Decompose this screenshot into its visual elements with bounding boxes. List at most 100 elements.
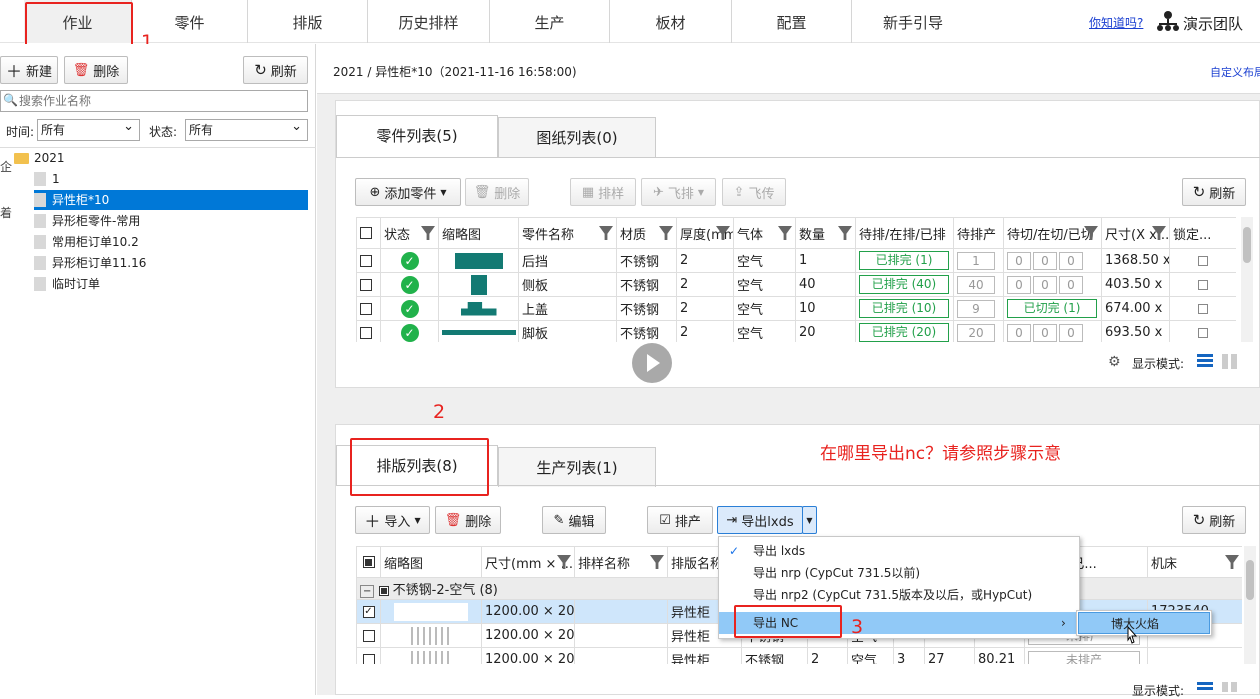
check-circle-icon: ✓ <box>400 251 419 270</box>
collapse-icon[interactable]: − <box>360 585 375 598</box>
lock-checkbox[interactable] <box>1198 255 1208 266</box>
column-header[interactable]: 缩略图 <box>438 217 519 249</box>
filter-icon[interactable] <box>778 226 792 240</box>
refresh-parts-button[interactable]: ↻ 刷新 <box>1182 178 1246 206</box>
refresh-jobs-button[interactable]: ↻ 刷新 <box>243 56 308 84</box>
group-checkbox[interactable] <box>378 585 389 596</box>
filter-icon[interactable] <box>838 226 852 240</box>
fly-nest-button[interactable]: ✈ 飞排 ▼ <box>641 178 716 206</box>
lock-checkbox[interactable] <box>1198 327 1208 338</box>
list-view-icon[interactable] <box>1197 682 1213 692</box>
table-row[interactable]: 1200.00 × 200 异性柜 不锈钢 2 空气 3 27 80.21 未排… <box>356 647 1242 664</box>
filter-icon[interactable] <box>421 226 435 240</box>
tree-item[interactable]: 常用柜订单10.2 <box>34 232 139 252</box>
row-checkbox[interactable] <box>360 278 372 291</box>
tab-nesting[interactable]: 排版 <box>248 0 368 43</box>
column-header[interactable]: 机床 <box>1147 546 1242 578</box>
table-row[interactable]: ✓ 上盖 不锈钢 2 空气 10 已排完 (10) 9 已切完 (1) 674.… <box>356 296 1236 321</box>
column-header[interactable]: 锁定... <box>1169 217 1236 249</box>
schedule-label: 排产 <box>674 514 701 530</box>
did-you-know-link[interactable]: 你知道吗? <box>1089 14 1143 31</box>
row-checkbox[interactable] <box>360 326 372 339</box>
submenu-item-boda-flame[interactable]: 博大火焰 <box>1078 612 1210 634</box>
refresh-layouts-button[interactable]: ↻ 刷新 <box>1182 506 1246 534</box>
export-nrp-item[interactable]: 导出 nrp (CypCut 731.5以前) <box>719 562 1079 584</box>
column-header[interactable]: 零件名称 <box>518 217 617 249</box>
export-lxds-item[interactable]: ✓ 导出 lxds <box>719 540 1079 562</box>
add-part-button[interactable]: ⊕ 添加零件 ▼ <box>355 178 461 206</box>
column-header[interactable]: 数量 <box>795 217 856 249</box>
select-all-checkbox[interactable] <box>356 546 381 578</box>
filter-icon[interactable] <box>599 226 613 240</box>
tab-drawings-list[interactable]: 图纸列表(0) <box>498 117 656 157</box>
export-nrp2-item[interactable]: 导出 nrp2 (CypCut 731.5版本及以后，或HypCut) <box>719 584 1079 606</box>
tree-folder-2021[interactable]: 2021 <box>14 148 65 168</box>
row-checkbox[interactable]: ✓ <box>362 605 375 618</box>
nest-button[interactable]: ▦ 排样 <box>570 178 636 206</box>
delete-part-button[interactable]: 🗑 删除 <box>465 178 529 206</box>
column-header[interactable]: 待排/在排/已排 <box>855 217 954 249</box>
cut-count: 0 <box>1059 251 1083 270</box>
tree-item-selected[interactable]: 异性柜*10 <box>34 190 308 210</box>
list-view-icon[interactable] <box>1197 354 1213 368</box>
column-header[interactable]: 尺寸(X x ... <box>1101 217 1170 249</box>
delete-layout-button[interactable]: 🗑 删除 <box>435 506 501 534</box>
tree-item[interactable]: 异形柜订单11.16 <box>34 253 146 273</box>
table-row[interactable]: ✓ 后挡 不锈钢 2 空气 1 已排完 (1) 1 000 1368.50 x <box>356 248 1236 273</box>
column-header[interactable]: 缩略图 <box>379 546 483 578</box>
schedule-button[interactable]: ☑ 排产 <box>647 506 713 534</box>
tab-guide[interactable]: 新手引导 <box>852 0 974 43</box>
tab-production[interactable]: 生产 <box>490 0 610 43</box>
layouts-scrollbar[interactable] <box>1244 546 1256 664</box>
tab-config[interactable]: 配置 <box>732 0 852 43</box>
new-job-button[interactable]: ＋新建 <box>0 56 58 84</box>
row-checkbox[interactable] <box>360 302 372 315</box>
tab-history[interactable]: 历史排样 <box>368 0 490 43</box>
export-dropdown-toggle[interactable]: ▼ <box>802 506 817 534</box>
fly-upload-button[interactable]: ⇪ 飞传 <box>722 178 786 206</box>
row-checkbox[interactable] <box>360 254 372 267</box>
table-row[interactable]: ✓ 脚板 不锈钢 2 空气 20 已排完 (20) 20 000 693.50 … <box>356 320 1236 342</box>
column-header[interactable]: 气体 <box>733 217 796 249</box>
custom-layout-link[interactable]: 自定义布局 <box>1210 64 1260 80</box>
search-input[interactable] <box>19 92 304 110</box>
row-checkbox[interactable] <box>362 629 375 642</box>
status-filter-select[interactable]: 所有 <box>185 117 308 141</box>
column-header[interactable]: 尺寸(mm × ... <box>481 546 576 578</box>
export-lxds-button[interactable]: ⇥ 导出lxds <box>717 506 803 534</box>
import-button[interactable]: ＋导入 ▼ <box>355 506 430 534</box>
row-checkbox[interactable] <box>362 653 375 664</box>
tab-production-list[interactable]: 生产列表(1) <box>498 447 656 487</box>
delete-job-button[interactable]: 🗑 删除 <box>64 56 128 84</box>
play-video-button[interactable] <box>632 343 672 383</box>
column-header[interactable]: 材质 <box>616 217 677 249</box>
tab-sheets[interactable]: 板材 <box>610 0 732 43</box>
lock-checkbox[interactable] <box>1198 303 1208 314</box>
filter-icon[interactable] <box>659 226 673 240</box>
layout-gas: 空气 <box>847 647 895 664</box>
filter-icon[interactable] <box>650 555 665 569</box>
settings-gear-icon[interactable]: ⚙ <box>1108 354 1121 370</box>
part-name: 侧板 <box>518 272 617 297</box>
column-header[interactable]: 排样名称 <box>574 546 669 578</box>
team-name[interactable]: 演示团队 <box>1183 13 1243 34</box>
column-header[interactable]: 待切/在切/已切 <box>1003 217 1102 249</box>
tree-item-1[interactable]: 1 <box>34 169 60 189</box>
tree-item[interactable]: 临时订单 <box>34 274 100 294</box>
select-all-checkbox[interactable] <box>356 217 381 249</box>
parts-scrollbar[interactable] <box>1241 217 1253 342</box>
table-row[interactable]: ✓ 侧板 不锈钢 2 空气 40 已排完 (40) 40 000 403.50 … <box>356 272 1236 297</box>
column-header[interactable]: 待排产 <box>953 217 1004 249</box>
lock-checkbox[interactable] <box>1198 279 1208 290</box>
tab-parts-list[interactable]: 零件列表(5) <box>336 115 498 158</box>
tree-item-label: 异性柜*10 <box>52 193 110 207</box>
grid-view-icon[interactable] <box>1222 682 1237 692</box>
filter-icon[interactable] <box>1225 555 1240 569</box>
column-header[interactable]: 状态 <box>380 217 439 249</box>
tree-item[interactable]: 异形柜零件-常用 <box>34 211 140 231</box>
time-filter-select[interactable]: 所有 <box>37 117 140 141</box>
breadcrumb-bar: 2021 / 异性柜*10（2021-11-16 16:58:00) 自定义布局 <box>317 44 1260 94</box>
edit-layout-button[interactable]: ✎ 编辑 <box>542 506 606 534</box>
grid-view-icon[interactable] <box>1222 354 1237 369</box>
column-header[interactable]: 厚度(mm <box>676 217 734 249</box>
